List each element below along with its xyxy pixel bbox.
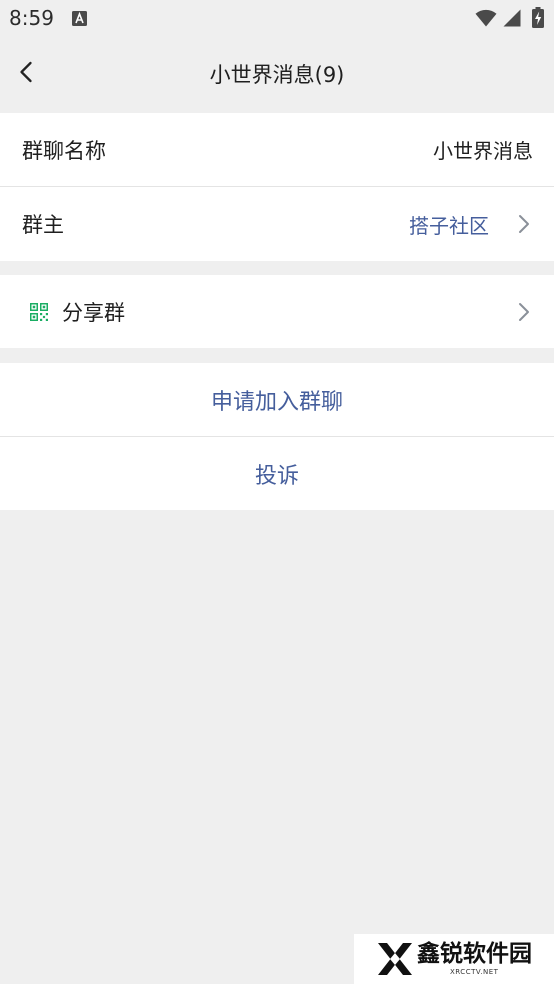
share-group-label: 分享群 bbox=[62, 300, 125, 325]
top-nav-bar: 小世界消息(9) bbox=[0, 38, 554, 113]
group-owner-right: 搭子社区 bbox=[409, 210, 533, 239]
back-button[interactable] bbox=[12, 57, 40, 91]
chevron-left-icon bbox=[19, 61, 33, 87]
share-section: 分享群 bbox=[0, 275, 554, 348]
chevron-right-icon bbox=[518, 302, 530, 322]
join-group-button[interactable]: 申请加入群聊 bbox=[0, 363, 554, 436]
group-name-row: 群聊名称 小世界消息 bbox=[0, 113, 554, 187]
group-name-label: 群聊名称 bbox=[22, 138, 106, 163]
watermark-brand: 鑫锐软件园 bbox=[417, 941, 532, 967]
watermark: 鑫锐软件园 XRCCTV.NET bbox=[354, 934, 554, 984]
group-owner-value[interactable]: 搭子社区 bbox=[409, 210, 489, 239]
group-name-value: 小世界消息 bbox=[433, 139, 533, 163]
qr-code-icon bbox=[30, 302, 48, 321]
group-owner-label: 群主 bbox=[22, 213, 64, 237]
share-group-row[interactable]: 分享群 bbox=[0, 275, 554, 348]
join-group-label: 申请加入群聊 bbox=[210, 389, 343, 415]
watermark-site: XRCCTV.NET bbox=[450, 968, 499, 976]
chevron-right-icon bbox=[518, 214, 530, 234]
group-owner-row[interactable]: 群主 搭子社区 bbox=[0, 187, 554, 261]
a-notification-icon bbox=[72, 11, 87, 26]
report-button[interactable]: 投诉 bbox=[0, 436, 554, 510]
group-info-section: 群聊名称 小世界消息 群主 搭子社区 bbox=[0, 113, 554, 261]
actions-section: 申请加入群聊 投诉 bbox=[0, 363, 554, 510]
report-label: 投诉 bbox=[254, 463, 299, 489]
x-logo-icon bbox=[376, 940, 414, 978]
status-time: 8:59 bbox=[9, 6, 54, 30]
wifi-icon bbox=[475, 9, 497, 27]
page-title: 小世界消息(9) bbox=[209, 63, 345, 87]
status-bar: 8:59 bbox=[0, 0, 554, 38]
signal-icon bbox=[503, 9, 521, 27]
battery-charging-icon bbox=[532, 7, 544, 28]
